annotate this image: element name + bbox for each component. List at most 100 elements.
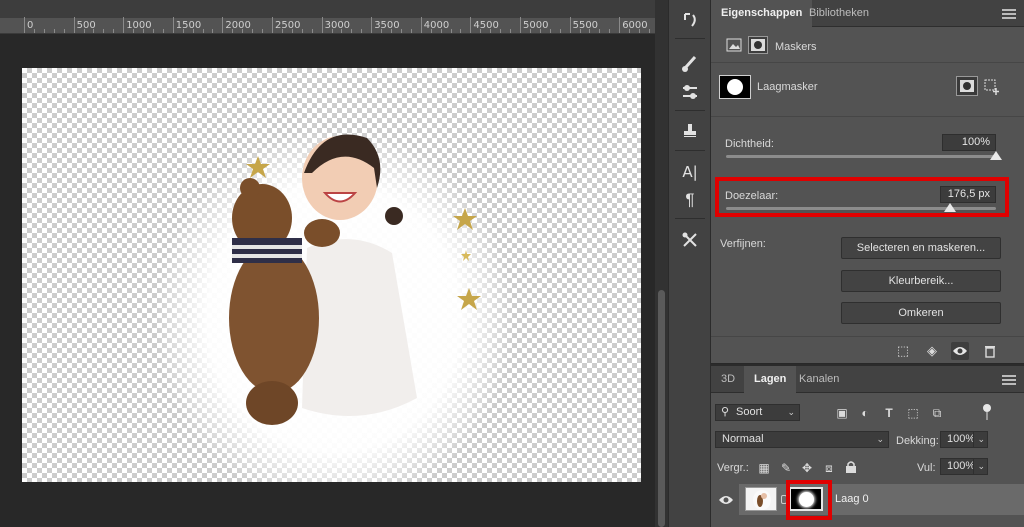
ruler-minor-tick	[539, 29, 541, 33]
ruler-tick-label: 3500	[374, 20, 400, 31]
ruler-minor-tick	[450, 29, 452, 33]
ruler-minor-tick	[460, 29, 462, 33]
ruler-minor-tick	[629, 29, 631, 33]
filter-shape-icon[interactable]: ⬚	[905, 405, 921, 421]
layer-mask-highlight-box	[786, 480, 832, 520]
ruler-minor-tick	[549, 29, 551, 33]
document-canvas[interactable]	[22, 68, 641, 482]
ruler-tick	[73, 17, 75, 33]
divider	[711, 116, 1024, 117]
ruler-minor-tick	[281, 29, 283, 33]
photo-icon	[154, 128, 514, 482]
ruler-minor-tick	[262, 29, 264, 33]
ruler-minor-tick	[232, 29, 234, 33]
vector-mask-add-icon[interactable]	[983, 78, 1001, 96]
mask-thumbnail[interactable]	[719, 75, 751, 99]
select-and-mask-button[interactable]: Selecteren en maskeren...	[841, 237, 1001, 259]
lock-all-icon[interactable]	[843, 460, 859, 476]
properties-footer: ⬚ ◈	[711, 336, 1024, 363]
paragraph-icon[interactable]: ¶	[677, 188, 703, 212]
blend-mode-dropdown[interactable]: Normaal ⌄	[715, 431, 889, 448]
invert-button[interactable]: Omkeren	[841, 302, 1001, 324]
tool-presets-icon[interactable]	[677, 228, 703, 252]
layer-mask-type-icon[interactable]	[748, 36, 768, 54]
tab-properties[interactable]: Eigenschappen	[711, 0, 813, 27]
ruler-tick	[569, 17, 571, 33]
ruler-minor-tick	[599, 29, 601, 33]
ruler-minor-tick	[152, 29, 154, 33]
ruler-minor-tick	[361, 29, 363, 33]
pixel-mask-icon[interactable]	[726, 38, 742, 52]
tab-channels[interactable]: Kanalen	[789, 366, 849, 393]
brush-presets-icon[interactable]	[677, 80, 703, 104]
ruler-minor-tick	[212, 29, 214, 33]
properties-panel: Eigenschappen Bibliotheken Maskers Laagm…	[711, 0, 1024, 363]
ruler-minor-tick	[381, 29, 383, 33]
chevron-down-icon: ⌄	[977, 434, 985, 444]
filter-type-icon[interactable]: T	[881, 405, 897, 421]
opacity-dropdown[interactable]: ⌄	[973, 431, 988, 448]
density-slider-handle[interactable]	[990, 151, 1002, 160]
ruler-minor-tick	[202, 29, 204, 33]
ruler-minor-tick	[103, 29, 105, 33]
layer-row[interactable]: Laag 0	[711, 484, 1024, 515]
lock-transparency-icon[interactable]: ▦	[756, 460, 772, 476]
layer-filter-dropdown[interactable]: ⚲ Soort ⌄	[715, 404, 800, 421]
scrollbar-thumb[interactable]	[658, 290, 665, 527]
tool-divider	[675, 218, 705, 219]
ruler-tick-label: 4500	[473, 20, 499, 31]
brush-settings-icon[interactable]	[677, 52, 703, 76]
select-mask-icon[interactable]	[956, 76, 978, 96]
ruler-tick	[222, 17, 224, 33]
apply-mask-icon[interactable]: ◈	[923, 342, 941, 360]
ruler-minor-tick	[113, 29, 115, 33]
load-selection-icon[interactable]: ⬚	[894, 342, 912, 360]
lock-artboard-icon[interactable]: ⧈	[821, 460, 837, 476]
density-input[interactable]: 100%	[942, 134, 996, 151]
layer-name[interactable]: Laag 0	[835, 493, 869, 505]
fill-value: 100%	[947, 460, 976, 472]
feather-input[interactable]: 176,5 px	[940, 186, 996, 203]
filter-toggle-icon[interactable]	[979, 403, 995, 420]
history-brush-icon[interactable]	[677, 8, 703, 32]
density-slider-track[interactable]	[726, 155, 996, 158]
layers-tabbar: 3D Lagen Kanalen	[711, 366, 1024, 393]
ruler-minor-tick	[391, 29, 393, 33]
panel-menu-icon[interactable]	[1002, 9, 1016, 19]
density-label: Dichtheid:	[725, 138, 774, 150]
chevron-down-icon: ⌄	[787, 407, 795, 417]
ruler-tick	[619, 17, 621, 33]
color-range-button[interactable]: Kleurbereik...	[841, 270, 1001, 292]
ruler-tick	[321, 17, 323, 33]
layer-thumbnail[interactable]	[745, 487, 777, 511]
trash-icon[interactable]	[981, 342, 999, 360]
feather-slider-handle[interactable]	[944, 203, 957, 212]
ruler-minor-tick	[192, 29, 194, 33]
ruler-minor-tick	[430, 29, 432, 33]
ruler-minor-tick	[143, 29, 145, 33]
toggle-mask-visibility-icon[interactable]	[951, 342, 969, 360]
filter-adjustment-icon[interactable]: ◐	[857, 405, 873, 421]
fill-dropdown[interactable]: ⌄	[973, 458, 988, 475]
ruler-minor-tick	[579, 29, 581, 33]
layers-menu-icon[interactable]	[1002, 375, 1016, 385]
lock-position-icon[interactable]: ✥	[799, 460, 815, 476]
tab-3d[interactable]: 3D	[711, 366, 745, 393]
filter-smart-object-icon[interactable]: ⧉	[929, 405, 945, 421]
vertical-scrollbar[interactable]	[655, 0, 668, 527]
layers-panel: 3D Lagen Kanalen ⚲ Soort ⌄ ▣ ◐ T ⬚ ⧉ Nor…	[711, 364, 1024, 527]
ruler-minor-tick	[252, 29, 254, 33]
canvas-area[interactable]	[0, 34, 655, 527]
character-icon[interactable]: A|	[677, 160, 703, 184]
ruler-tick-label: 4000	[423, 20, 450, 31]
chevron-down-icon: ⌄	[876, 434, 884, 444]
visibility-cell[interactable]	[711, 484, 739, 515]
tab-libraries[interactable]: Bibliotheken	[799, 0, 879, 27]
horizontal-ruler: 0 500 1000 1500 2000 2500 3000 3500 4000 4500 5000…	[0, 17, 660, 34]
filter-pixel-icon[interactable]: ▣	[834, 405, 850, 421]
clone-source-icon[interactable]	[677, 118, 703, 142]
layer-filter-value: Soort	[736, 406, 763, 418]
ruler-tick-label: 1000	[126, 20, 152, 31]
chevron-down-icon: ⌄	[977, 461, 985, 471]
lock-image-icon[interactable]: ✎	[778, 460, 794, 476]
